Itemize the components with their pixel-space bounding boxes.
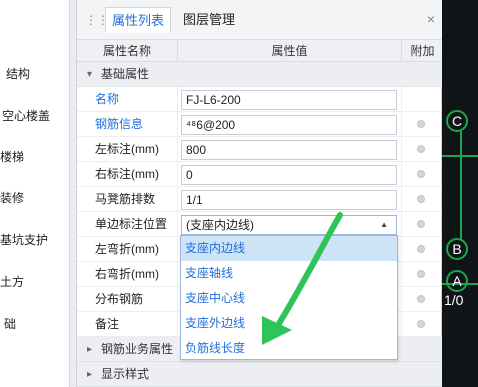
property-row-left-mark: 左标注(mm) 800 bbox=[77, 137, 443, 162]
axis-marker-a: A bbox=[446, 270, 468, 292]
column-divider bbox=[401, 137, 402, 162]
column-divider bbox=[177, 212, 178, 237]
property-label: 右弯折(mm) bbox=[95, 267, 159, 281]
column-divider bbox=[177, 137, 178, 162]
column-divider bbox=[177, 112, 178, 137]
axis-line bbox=[442, 155, 478, 157]
tab-layer-management[interactable]: 图层管理 bbox=[177, 7, 241, 33]
dropdown-option-negative-bar-length[interactable]: 负筋线长度 bbox=[181, 336, 397, 361]
dropdown-option-support-center[interactable]: 支座中心线 bbox=[181, 286, 397, 311]
dropdown-option-support-outer-edge[interactable]: 支座外边线 bbox=[181, 311, 397, 336]
column-divider bbox=[401, 112, 402, 137]
sidebar-item-earthwork[interactable]: 土方 bbox=[0, 272, 70, 292]
right-mark-input[interactable]: 0 bbox=[181, 165, 397, 185]
position-dropdown-list: 支座内边线 支座轴线 支座中心线 支座外边线 负筋线长度 bbox=[180, 235, 398, 360]
attach-checkbox[interactable] bbox=[417, 270, 425, 278]
sidebar-item-structure[interactable]: 结构 bbox=[6, 64, 76, 84]
expand-icon[interactable]: ▸ bbox=[87, 337, 92, 362]
column-divider bbox=[401, 212, 402, 237]
group-display-style[interactable]: ▸ 显示样式 bbox=[77, 362, 443, 387]
property-label: 单边标注位置 bbox=[95, 217, 168, 231]
attach-checkbox[interactable] bbox=[417, 195, 425, 203]
column-divider bbox=[401, 262, 402, 287]
single-side-position-select[interactable]: (支座内边线) ▲ bbox=[181, 215, 397, 235]
attach-checkbox[interactable] bbox=[417, 320, 425, 328]
axis-line bbox=[460, 130, 462, 240]
group-title: 显示样式 bbox=[101, 367, 150, 381]
column-divider bbox=[401, 287, 402, 312]
sidebar-item-stairs[interactable]: 楼梯 bbox=[0, 147, 70, 167]
property-label: 马凳筋排数 bbox=[95, 192, 156, 206]
tab-property-list[interactable]: 属性列表 bbox=[105, 7, 172, 33]
column-divider bbox=[177, 162, 178, 187]
axis-marker-b: B bbox=[446, 238, 468, 260]
axis-marker-c: C bbox=[446, 110, 468, 132]
attach-checkbox[interactable] bbox=[417, 145, 425, 153]
column-divider bbox=[401, 162, 402, 187]
column-divider bbox=[177, 87, 178, 112]
header-extra: 附加 bbox=[410, 44, 435, 58]
column-divider bbox=[401, 237, 402, 262]
left-mark-input[interactable]: 800 bbox=[181, 140, 397, 160]
sidebar-item-hollow-floor[interactable]: 空心楼盖 bbox=[2, 106, 72, 126]
attach-checkbox[interactable] bbox=[417, 220, 425, 228]
name-input[interactable]: FJ-L6-200 bbox=[181, 90, 397, 110]
property-row-right-mark: 右标注(mm) 0 bbox=[77, 162, 443, 187]
dropdown-option-support-axis[interactable]: 支座轴线 bbox=[181, 261, 397, 286]
select-value: (支座内边线) bbox=[186, 218, 254, 232]
property-label: 左标注(mm) bbox=[95, 142, 159, 156]
dropdown-option-support-inner-edge[interactable]: 支座内边线 bbox=[181, 236, 397, 261]
header-name: 属性名称 bbox=[102, 44, 151, 58]
axis-label-1-0: 1/0 bbox=[444, 292, 464, 308]
column-divider bbox=[401, 187, 402, 212]
left-sidebar: 结构 空心楼盖 楼梯 装修 基坑支护 土方 础 bbox=[0, 0, 70, 387]
property-row-name: 名称 FJ-L6-200 bbox=[77, 87, 443, 112]
sidebar-item-foundation-pit[interactable]: 基坑支护 bbox=[0, 230, 70, 250]
property-label: 钢筋信息 bbox=[95, 117, 144, 131]
column-divider bbox=[401, 87, 402, 112]
expand-icon[interactable]: ▸ bbox=[87, 362, 92, 387]
property-label: 左弯折(mm) bbox=[95, 242, 159, 256]
dropdown-caret-icon[interactable]: ▲ bbox=[380, 216, 388, 234]
collapse-icon[interactable]: ▾ bbox=[87, 62, 92, 87]
column-divider bbox=[177, 287, 178, 312]
table-header: 属性名称 属性值 附加 bbox=[77, 40, 443, 62]
column-divider bbox=[177, 312, 178, 337]
attach-checkbox[interactable] bbox=[417, 245, 425, 253]
property-label: 分布钢筋 bbox=[95, 292, 144, 306]
group-basic-properties[interactable]: ▾ 基础属性 bbox=[77, 62, 443, 87]
sidebar-item-foundation[interactable]: 础 bbox=[4, 314, 74, 334]
column-divider bbox=[401, 312, 402, 337]
attach-checkbox[interactable] bbox=[417, 120, 425, 128]
drawing-canvas[interactable]: C B A 1/0 bbox=[442, 0, 478, 387]
rebar-info-input[interactable]: ⁴⁸6@200 bbox=[181, 115, 397, 135]
column-divider bbox=[177, 187, 178, 212]
chair-bar-rows-input[interactable]: 1/1 bbox=[181, 190, 397, 210]
property-row-rebar-info: 钢筋信息 ⁴⁸6@200 bbox=[77, 112, 443, 137]
attach-checkbox[interactable] bbox=[417, 295, 425, 303]
column-divider bbox=[177, 237, 178, 262]
property-label: 备注 bbox=[95, 317, 120, 331]
group-title: 钢筋业务属性 bbox=[101, 342, 174, 356]
property-row-single-side-position: 单边标注位置 (支座内边线) ▲ bbox=[77, 212, 443, 237]
column-divider bbox=[177, 262, 178, 287]
property-label: 右标注(mm) bbox=[95, 167, 159, 181]
drag-grip-icon[interactable]: ⋮⋮ bbox=[85, 13, 109, 27]
group-title: 基础属性 bbox=[101, 67, 150, 81]
panel-tabs: ⋮⋮ 属性列表 图层管理 × bbox=[77, 0, 443, 40]
sidebar-item-decoration[interactable]: 装修 bbox=[0, 188, 70, 208]
property-row-chair-bar-rows: 马凳筋排数 1/1 bbox=[77, 187, 443, 212]
close-icon[interactable]: × bbox=[427, 11, 435, 27]
property-label: 名称 bbox=[95, 92, 120, 106]
attach-checkbox[interactable] bbox=[417, 170, 425, 178]
header-value: 属性值 bbox=[271, 44, 308, 58]
